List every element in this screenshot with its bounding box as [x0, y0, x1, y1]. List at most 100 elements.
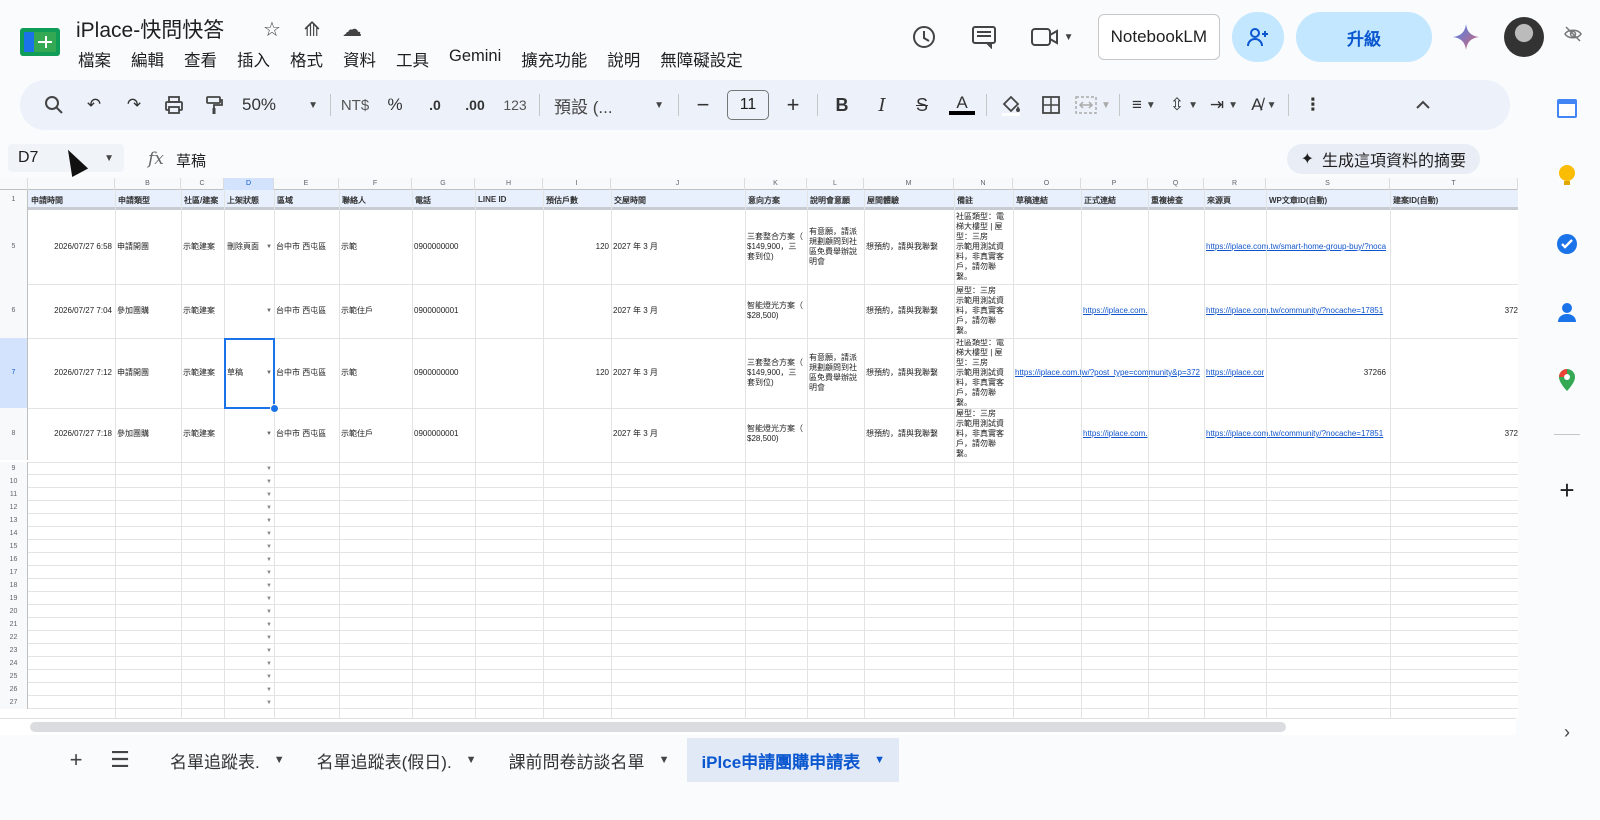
row-header[interactable]: 24 — [0, 657, 28, 670]
dropdown-chevron-icon[interactable]: ▼ — [266, 542, 272, 552]
spreadsheet-grid[interactable]: BCDEFGHIJKLMNOPQRST 1 申請時間 申請類型 社區/建案 上架狀態 區域… — [0, 178, 1518, 718]
text-wrapping-icon[interactable]: ⇥ ▼ — [1208, 89, 1240, 121]
font-size-input[interactable]: 11 — [727, 90, 769, 120]
cell-area[interactable]: 台中市 西屯區 — [276, 306, 338, 316]
row-header[interactable]: 23 — [0, 644, 28, 657]
font-select[interactable]: 預設 (... ▼ — [548, 89, 670, 121]
dropdown-chevron-icon[interactable]: ▼ — [266, 633, 272, 643]
header-cell[interactable]: 上架狀態 — [227, 195, 273, 206]
italic-button[interactable]: I — [866, 89, 898, 121]
column-header[interactable]: T — [1390, 178, 1518, 190]
row-header[interactable]: 8 — [0, 408, 28, 460]
row-header[interactable]: 16 — [0, 553, 28, 566]
cell-community[interactable]: 示範建案 — [183, 429, 223, 439]
selected-cell[interactable] — [224, 338, 275, 409]
row-header[interactable]: 6 — [0, 284, 28, 338]
search-menus-icon[interactable] — [38, 89, 70, 121]
text-color-button[interactable]: A — [946, 89, 978, 121]
cell-contact[interactable]: 示範 — [341, 368, 411, 378]
row-header[interactable]: 27 — [0, 696, 28, 709]
row-header[interactable]: 25 — [0, 670, 28, 683]
header-cell[interactable]: 區域 — [277, 195, 338, 206]
column-header[interactable]: F — [339, 178, 412, 190]
cell-time[interactable]: 2026/07/27 7:12 — [28, 368, 112, 378]
cell-source[interactable]: https://iplace.com.tw/community/?nocache… — [1206, 429, 1390, 439]
cell-area[interactable]: 台中市 西屯區 — [276, 242, 338, 252]
row-header[interactable]: 14 — [0, 527, 28, 540]
row-header[interactable]: 9 — [0, 462, 28, 475]
cell-plan[interactable]: 三套整合方案（ $149,900，三 套到位) — [747, 232, 807, 262]
cell-notes[interactable]: 社區類型：電 梯大樓型 | 屋型：三房 示範用測試資 料，非真實客 戶，請勿聯 繫。 — [956, 212, 1014, 282]
bold-button[interactable]: B — [826, 89, 858, 121]
cell-contact[interactable]: 示範 — [341, 242, 411, 252]
cell-draft-link[interactable]: https://iplace.com.tw/?post_type=communi… — [1015, 368, 1205, 378]
row-header[interactable]: 26 — [0, 683, 28, 696]
collapse-toolbar-icon[interactable] — [1407, 89, 1439, 121]
more-options-icon[interactable]: ⋮ — [1297, 89, 1329, 121]
dropdown-chevron-icon[interactable]: ▼ — [266, 672, 272, 682]
menu-view[interactable]: 查看 — [182, 47, 226, 71]
column-header[interactable]: H — [475, 178, 543, 190]
dropdown-chevron-icon[interactable]: ▼ — [266, 503, 272, 513]
column-header[interactable]: I — [543, 178, 611, 190]
sheet-tab-active[interactable]: iPlce申請團購申請表 ▼ — [687, 738, 900, 782]
star-icon[interactable]: ☆ — [258, 17, 286, 41]
dropdown-chevron-icon[interactable]: ▼ — [266, 555, 272, 565]
row-header[interactable]: 19 — [0, 592, 28, 605]
percent-format-button[interactable]: % — [379, 89, 411, 121]
header-cell[interactable]: 意向方案 — [748, 195, 806, 206]
calendar-icon[interactable] — [1555, 96, 1579, 120]
cell-community[interactable]: 示範建案 — [183, 306, 223, 316]
dropdown-chevron-icon[interactable]: ▼ — [266, 698, 272, 708]
cell-move-in[interactable]: 2027 年 3 月 — [613, 306, 743, 316]
cell-source[interactable]: https://iplace.com.tw/community/?nocache… — [1206, 306, 1390, 316]
cell-households[interactable]: 120 — [545, 368, 609, 378]
header-cell[interactable]: WP文章ID(自動) — [1269, 195, 1389, 206]
borders-icon[interactable] — [1035, 89, 1067, 121]
column-header[interactable] — [0, 178, 28, 190]
dropdown-chevron-icon[interactable]: ▼ — [266, 659, 272, 669]
dropdown-chevron-icon[interactable]: ▼ — [266, 306, 272, 316]
move-to-drive-icon[interactable]: ⟰ — [298, 17, 326, 41]
decrease-decimal-button[interactable]: .0 — [419, 89, 451, 121]
hide-panel-icon[interactable] — [1564, 26, 1582, 47]
gemini-icon[interactable] — [1446, 17, 1486, 57]
cell-wp-id[interactable]: 37266 — [1268, 368, 1386, 378]
cell-plan[interactable]: 三套整合方案（ $149,900，三 套到位) — [747, 358, 807, 388]
cell-area[interactable]: 台中市 西屯區 — [276, 429, 338, 439]
dropdown-chevron-icon[interactable]: ▼ — [266, 529, 272, 539]
column-header[interactable]: Q — [1148, 178, 1204, 190]
cell-time[interactable]: 2026/07/27 7:04 — [28, 306, 112, 316]
row-header[interactable]: 12 — [0, 501, 28, 514]
cell-households[interactable]: 120 — [545, 242, 609, 252]
header-cell[interactable]: 正式連結 — [1084, 195, 1147, 206]
header-cell[interactable]: 來源頁 — [1207, 195, 1265, 206]
column-header[interactable]: J — [611, 178, 745, 190]
cell-notes[interactable]: 屋型：三房 示範用測試資 料，非真實客 戶，請勿聯 繫。 — [956, 286, 1014, 336]
cell-community[interactable]: 示範建案 — [183, 368, 223, 378]
header-cell[interactable]: 預估戶數 — [546, 195, 610, 206]
menu-accessibility[interactable]: 無障礙設定 — [658, 47, 752, 71]
cell-type[interactable]: 申請開團 — [117, 368, 179, 378]
column-header[interactable]: M — [864, 178, 954, 190]
dropdown-chevron-icon[interactable]: ▼ — [266, 477, 272, 487]
document-title[interactable]: iPlace-快問快答 — [76, 14, 224, 44]
version-history-icon[interactable] — [902, 15, 946, 59]
paint-format-icon[interactable] — [198, 89, 230, 121]
column-header[interactable]: R — [1204, 178, 1266, 190]
cell-contact[interactable]: 示範住戶 — [341, 306, 411, 316]
header-cell[interactable]: 重複檢查 — [1151, 195, 1203, 206]
cell-status[interactable]: 刪除頁面 — [227, 242, 265, 252]
row-header[interactable]: 15 — [0, 540, 28, 553]
menu-tools[interactable]: 工具 — [394, 47, 438, 71]
cell-notes[interactable]: 社區類型：電 梯大樓型 | 屋型：三房 示範用測試資 料，非真實客 戶，請勿聯 繫。 — [956, 338, 1014, 408]
column-header[interactable]: G — [412, 178, 475, 190]
cell-plan[interactable]: 智能燈光方案（ $28,500) — [747, 301, 807, 321]
dropdown-chevron-icon[interactable]: ▼ — [266, 581, 272, 591]
cell-source[interactable]: https://iplace.com.tw/smart-home-group-b… — [1206, 242, 1390, 252]
merge-cells-icon[interactable]: ▼ — [1075, 89, 1111, 121]
all-sheets-icon[interactable]: ☰ — [98, 740, 142, 780]
header-cell[interactable]: 草稿連結 — [1016, 195, 1080, 206]
dropdown-chevron-icon[interactable]: ▼ — [266, 646, 272, 656]
cell-type[interactable]: 參加團購 — [117, 429, 179, 439]
